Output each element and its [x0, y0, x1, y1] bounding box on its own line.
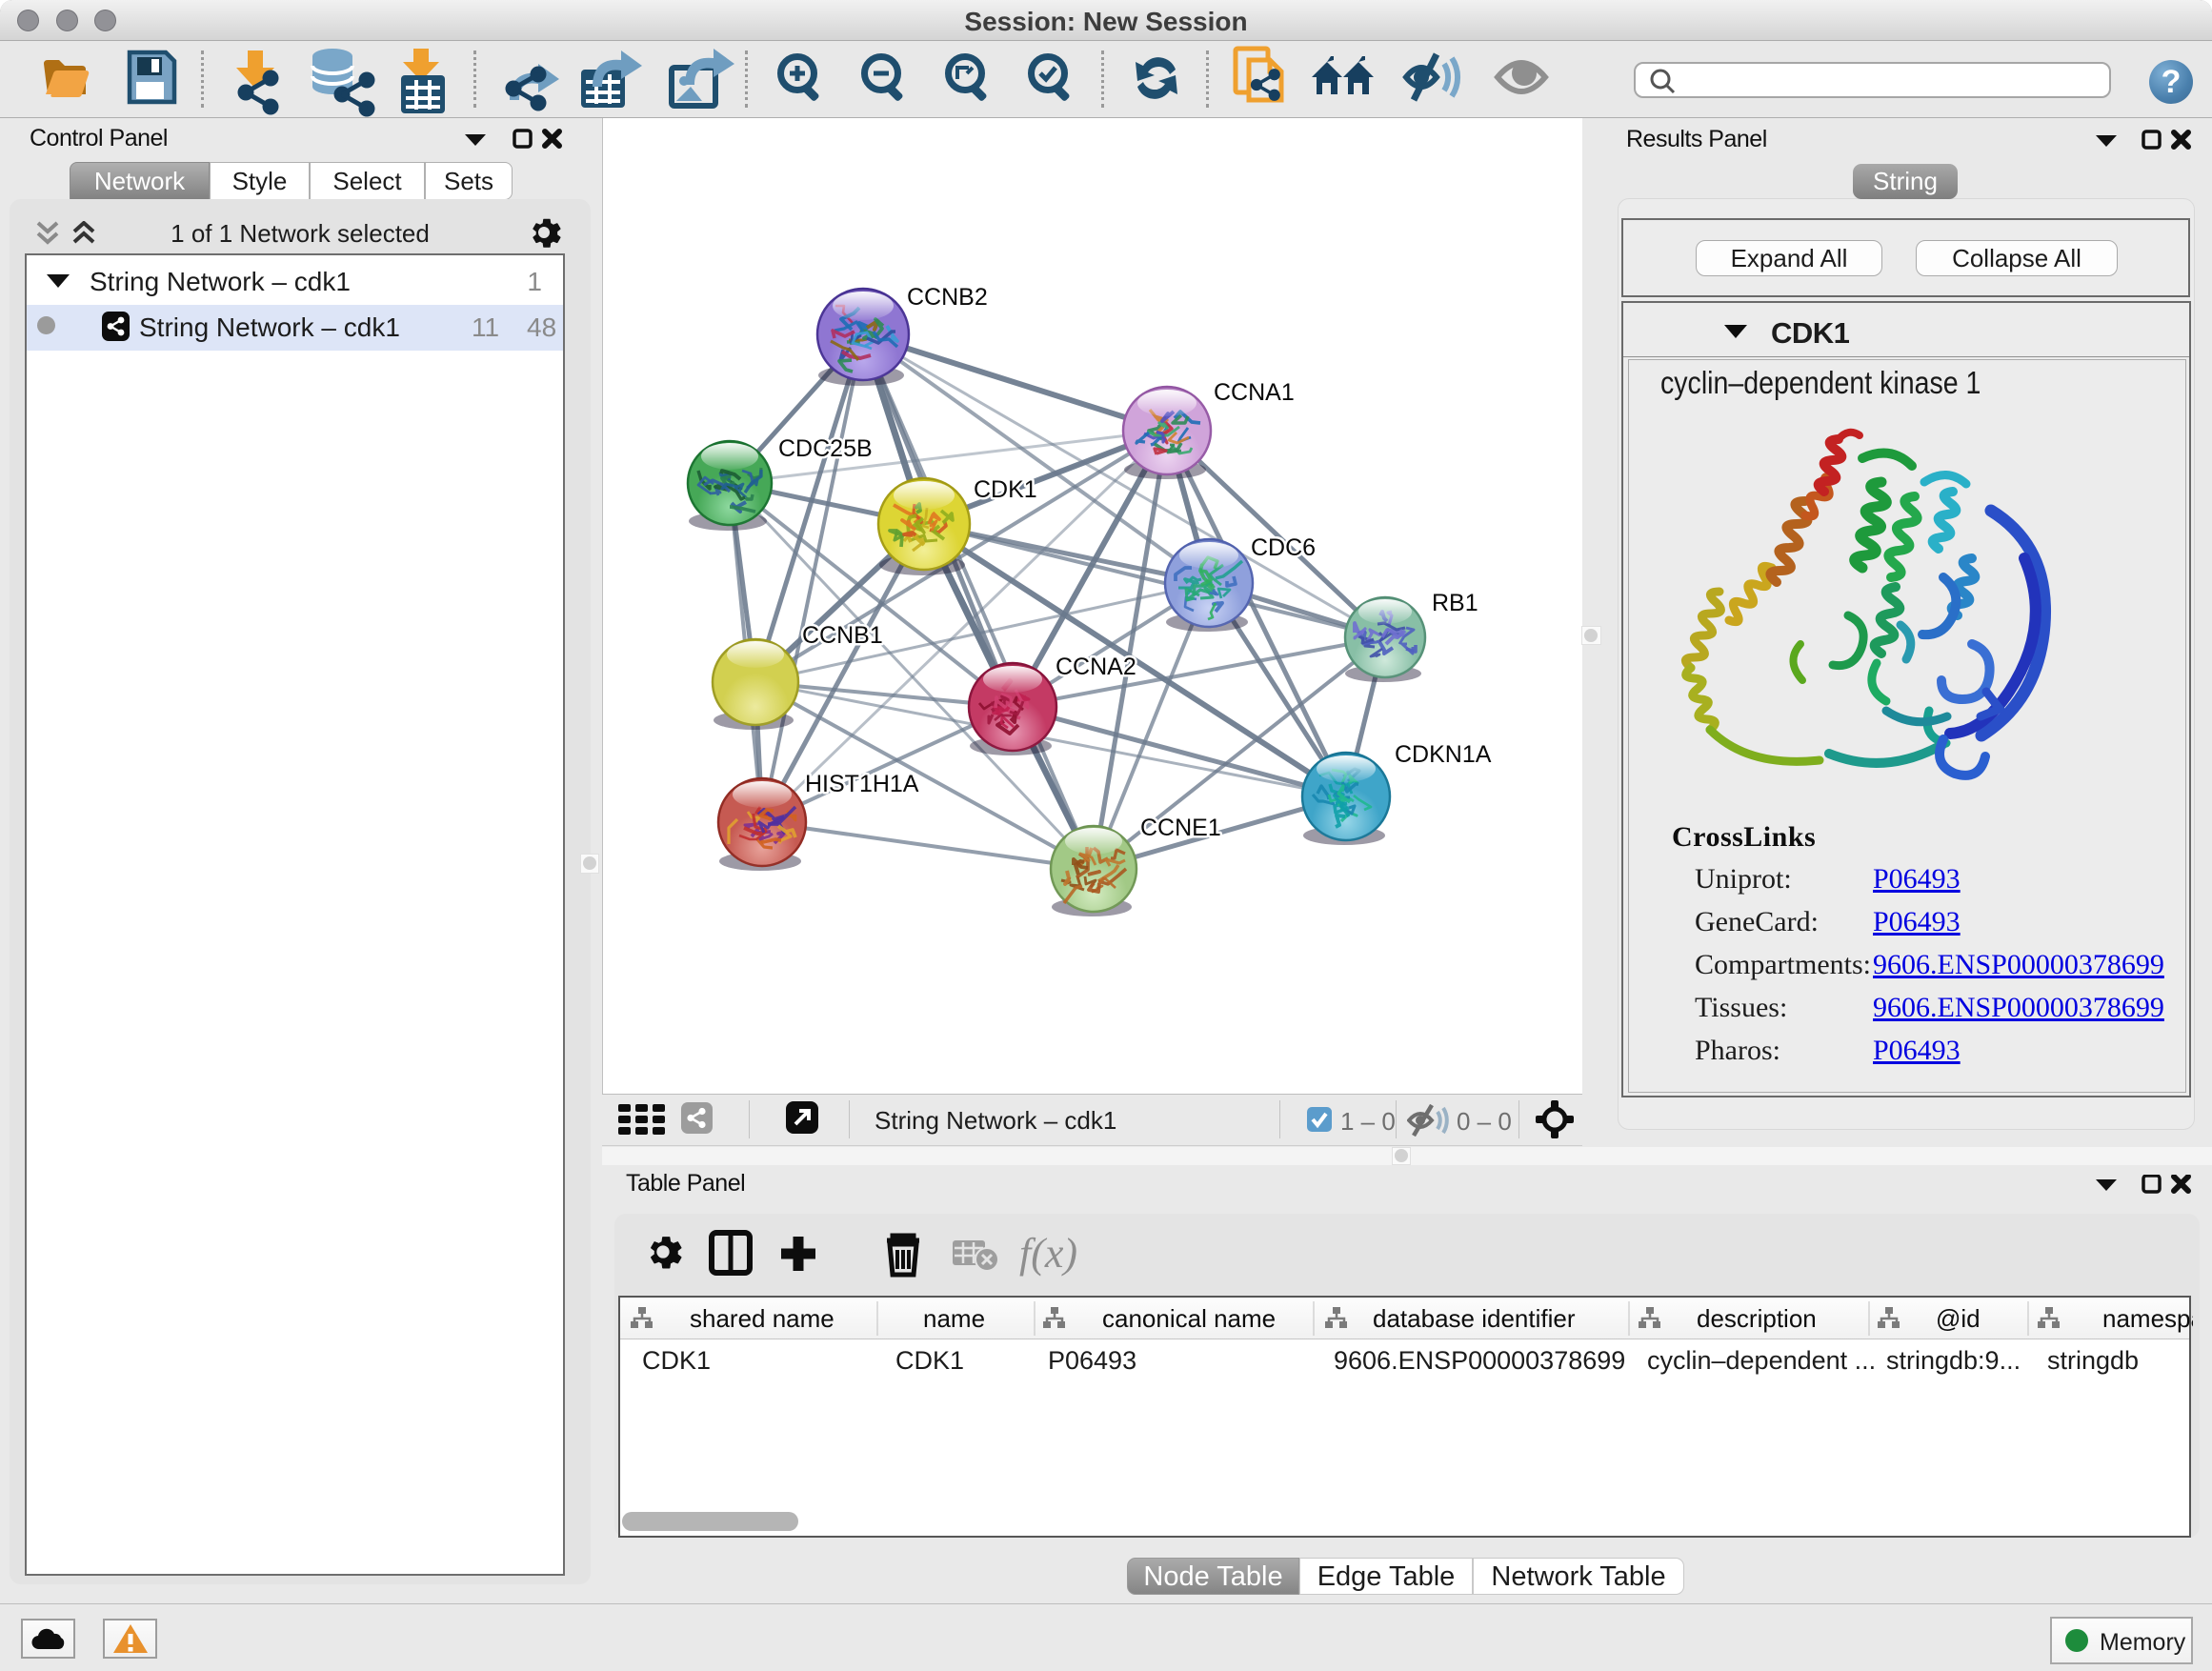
svg-text:description: description — [1697, 1304, 1817, 1333]
svg-text:CCNB1: CCNB1 — [802, 622, 883, 649]
svg-text:CCNB2: CCNB2 — [907, 284, 988, 311]
svg-text:@id: @id — [1936, 1304, 1981, 1333]
svg-text:CDK1: CDK1 — [974, 476, 1037, 503]
svg-text:shared name: shared name — [690, 1304, 835, 1333]
svg-text:CCNE1: CCNE1 — [1140, 815, 1221, 841]
svg-text:CDC6: CDC6 — [1251, 534, 1316, 561]
svg-text:database identifier: database identifier — [1373, 1304, 1576, 1333]
svg-text:RB1: RB1 — [1432, 590, 1478, 616]
svg-text:CDC25B: CDC25B — [778, 435, 873, 462]
svg-text:canonical name: canonical name — [1102, 1304, 1276, 1333]
svg-text:namespac: namespac — [2102, 1304, 2193, 1333]
svg-text:name: name — [923, 1304, 985, 1333]
svg-text:CCNA2: CCNA2 — [1056, 654, 1136, 680]
svg-text:f(x): f(x) — [1019, 1230, 1077, 1277]
svg-text:HIST1H1A: HIST1H1A — [805, 771, 919, 797]
svg-text:CCNA1: CCNA1 — [1214, 379, 1295, 406]
svg-text:CDKN1A: CDKN1A — [1395, 741, 1492, 768]
